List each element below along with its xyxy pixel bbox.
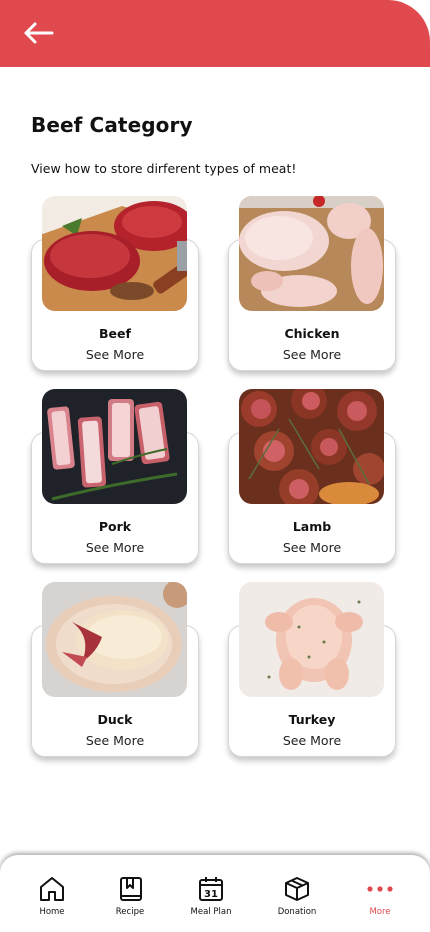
category-name: Lamb — [292, 519, 332, 534]
see-more-link[interactable]: See More — [32, 733, 198, 748]
turkey-photo — [239, 582, 384, 697]
category-name: Duck — [97, 712, 133, 727]
category-name: Beef — [99, 326, 131, 341]
bottom-nav: Home Recipe 31 Meal Plan Donation More — [0, 855, 430, 932]
nav-donation[interactable]: Donation — [262, 875, 332, 917]
beef-photo — [42, 196, 187, 311]
nav-meal-plan[interactable]: 31 Meal Plan — [176, 875, 246, 917]
page-title: Beef Category — [31, 113, 193, 137]
nav-label: Meal Plan — [190, 907, 232, 917]
calendar-icon: 31 — [199, 877, 223, 901]
nav-recipe[interactable]: Recipe — [95, 875, 165, 917]
back-button[interactable] — [20, 18, 56, 48]
see-more-link[interactable]: See More — [229, 733, 395, 748]
arrow-left-icon — [24, 22, 54, 44]
nav-label: More — [369, 907, 391, 917]
pork-photo — [42, 389, 187, 504]
book-icon — [120, 877, 142, 901]
nav-more[interactable]: More — [345, 875, 415, 917]
lamb-photo — [239, 389, 384, 504]
nav-label: Donation — [277, 907, 317, 917]
calendar-day: 31 — [204, 889, 218, 900]
page-subtitle: View how to store dirferent types of mea… — [31, 161, 297, 176]
home-icon — [40, 877, 64, 901]
category-name: Pork — [98, 519, 132, 534]
nav-label: Home — [39, 907, 65, 917]
duck-photo — [42, 582, 187, 697]
app-header — [0, 0, 430, 67]
category-name: Turkey — [288, 712, 336, 727]
category-name: Chicken — [284, 326, 340, 341]
nav-home[interactable]: Home — [17, 875, 87, 917]
nav-label: Recipe — [115, 907, 145, 917]
see-more-link[interactable]: See More — [229, 347, 395, 362]
see-more-link[interactable]: See More — [32, 347, 198, 362]
see-more-link[interactable]: See More — [229, 540, 395, 555]
box-icon — [285, 877, 309, 901]
chicken-photo — [239, 196, 384, 311]
more-dots-icon — [367, 886, 393, 892]
see-more-link[interactable]: See More — [32, 540, 198, 555]
